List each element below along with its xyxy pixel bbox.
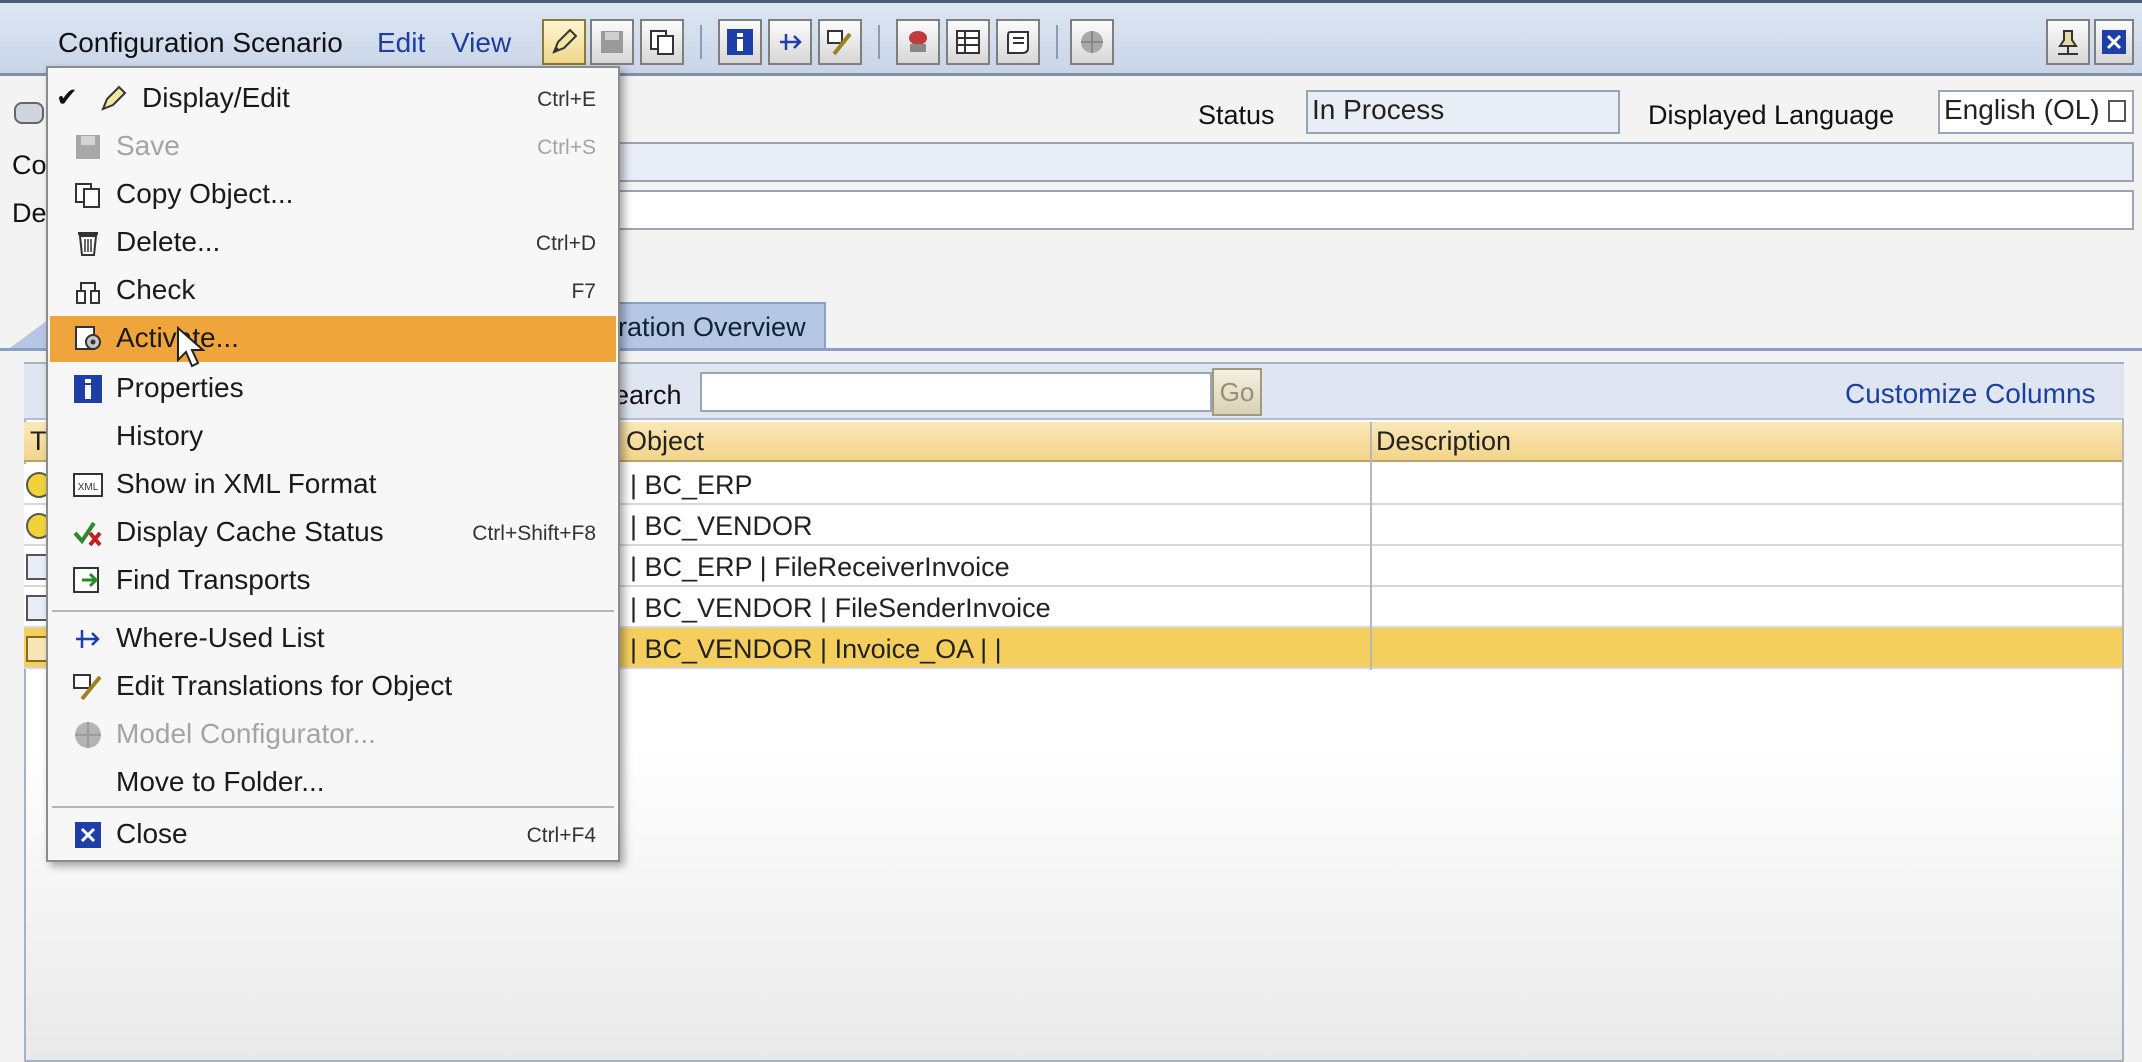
pencil-icon [98, 84, 130, 114]
object-cell: | BC_ERP [630, 470, 753, 500]
menu-item-properties[interactable]: Properties [50, 366, 616, 412]
where-used-icon [72, 624, 104, 654]
model-configurator-button[interactable] [1070, 19, 1114, 65]
column-divider [2122, 422, 2124, 670]
partial-label-co: Co [12, 150, 47, 180]
menu-item-display-cache-status[interactable]: Display Cache Status Ctrl+Shift+F8 [50, 510, 616, 556]
menu-separator [52, 610, 614, 612]
pin-icon [2054, 28, 2082, 56]
search-label: earch [614, 380, 682, 410]
transport-icon [72, 566, 104, 596]
cache-icon [72, 518, 104, 548]
close-icon [2100, 28, 2128, 56]
xml-icon: XML [72, 470, 104, 500]
script-icon [1004, 28, 1032, 56]
pin-button[interactable] [2046, 19, 2090, 65]
language-dropdown-icon[interactable] [2108, 100, 2126, 122]
menu-item-display-edit[interactable]: ✔ Display/Edit Ctrl+E [50, 76, 616, 122]
partial-label-de: De [12, 198, 47, 228]
menu-item-where-used-list[interactable]: Where-Used List [50, 616, 616, 662]
description-field[interactable] [610, 190, 2134, 230]
column-header-description[interactable]: Description [1376, 426, 1511, 457]
menu-item-delete[interactable]: Delete... Ctrl+D [50, 220, 616, 266]
menu-item-find-transports[interactable]: Find Transports [50, 558, 616, 604]
object-type-icon [14, 102, 44, 124]
where-used-icon [776, 28, 804, 56]
column-divider [1370, 422, 1372, 670]
menu-item-save[interactable]: Save Ctrl+S [50, 124, 616, 170]
menu-item-show-xml[interactable]: XML Show in XML Format [50, 462, 616, 508]
properties-button[interactable] [718, 19, 762, 65]
menu-item-copy-object[interactable]: Copy Object... [50, 172, 616, 218]
column-header-type[interactable]: T [30, 426, 47, 457]
menu-item-history[interactable]: History [50, 414, 616, 460]
menu-separator [52, 806, 614, 808]
menu-item-check[interactable]: Check F7 [50, 268, 616, 314]
checkmark-icon: ✔ [56, 82, 78, 112]
object-cell: | BC_VENDOR [630, 511, 813, 541]
model-button[interactable] [896, 19, 940, 65]
grid-icon [954, 28, 982, 56]
copy-icon [72, 180, 104, 210]
script-button[interactable] [996, 19, 1040, 65]
copy-icon [648, 28, 676, 56]
displayed-language-select[interactable]: English (OL) [1938, 90, 2134, 134]
info-icon [726, 28, 754, 56]
menu-item-edit-translations[interactable]: Edit Translations for Object [50, 664, 616, 710]
translate-icon [72, 672, 104, 702]
status-label: Status [1198, 100, 1275, 130]
tab-label: ration Overview [618, 312, 806, 342]
translate-button[interactable] [818, 19, 862, 65]
menu-item-activate[interactable]: Activate... [50, 316, 616, 362]
edit-toggle-button[interactable] [542, 19, 586, 65]
where-used-button[interactable] [768, 19, 812, 65]
info-icon [72, 374, 104, 404]
menu-item-model-configurator[interactable]: Model Configurator... [50, 712, 616, 758]
menu-item-close[interactable]: Close Ctrl+F4 [50, 812, 616, 858]
model-configurator-icon [72, 720, 104, 750]
tab-configuration-overview[interactable]: ration Overview [602, 302, 826, 348]
activate-icon [72, 324, 104, 354]
go-button[interactable]: Go [1212, 368, 1262, 416]
model-configurator-icon [1078, 28, 1106, 56]
svg-text:XML: XML [78, 482, 99, 493]
translate-icon [826, 28, 854, 56]
menu-edit[interactable]: Edit [377, 27, 425, 59]
pencil-icon [550, 28, 578, 56]
displayed-language-value: English (OL) [1944, 94, 2100, 125]
mouse-cursor-icon [177, 326, 206, 368]
menu-view[interactable]: View [451, 27, 511, 59]
object-cell: | BC_ERP | FileReceiverInvoice [630, 552, 1010, 582]
toolbar-separator [878, 25, 880, 59]
status-field: In Process [1306, 90, 1620, 134]
toolbar-separator [700, 25, 702, 59]
menu-toolbar-bar: Configuration Scenario Edit View [0, 0, 2142, 76]
menu-item-move-to-folder[interactable]: Move to Folder... [50, 760, 616, 806]
save-icon [72, 132, 104, 162]
object-cell: | BC_VENDOR | FileSenderInvoice [630, 593, 1051, 623]
save-icon [598, 28, 626, 56]
search-input[interactable] [700, 372, 1212, 412]
toolbar-separator [1056, 25, 1058, 59]
copy-button[interactable] [640, 19, 684, 65]
displayed-language-label: Displayed Language [1648, 100, 1895, 130]
trash-icon [72, 228, 104, 258]
scenario-name-field [610, 142, 2134, 182]
object-cell: | BC_VENDOR | Invoice_OA | | [630, 634, 1002, 664]
column-header-object[interactable]: Object [626, 426, 704, 457]
window-close-button[interactable] [2094, 19, 2134, 65]
check-icon [72, 276, 104, 306]
grid-button[interactable] [946, 19, 990, 65]
go-button-label: Go [1219, 376, 1255, 407]
menu-configuration-scenario[interactable]: Configuration Scenario [58, 27, 343, 59]
save-button[interactable] [590, 19, 634, 65]
configuration-scenario-menu: ✔ Display/Edit Ctrl+E Save Ctrl+S Copy O… [46, 66, 620, 862]
customize-columns-link[interactable]: Customize Columns [1845, 378, 2096, 410]
close-icon [72, 820, 104, 850]
model-icon [904, 28, 932, 56]
